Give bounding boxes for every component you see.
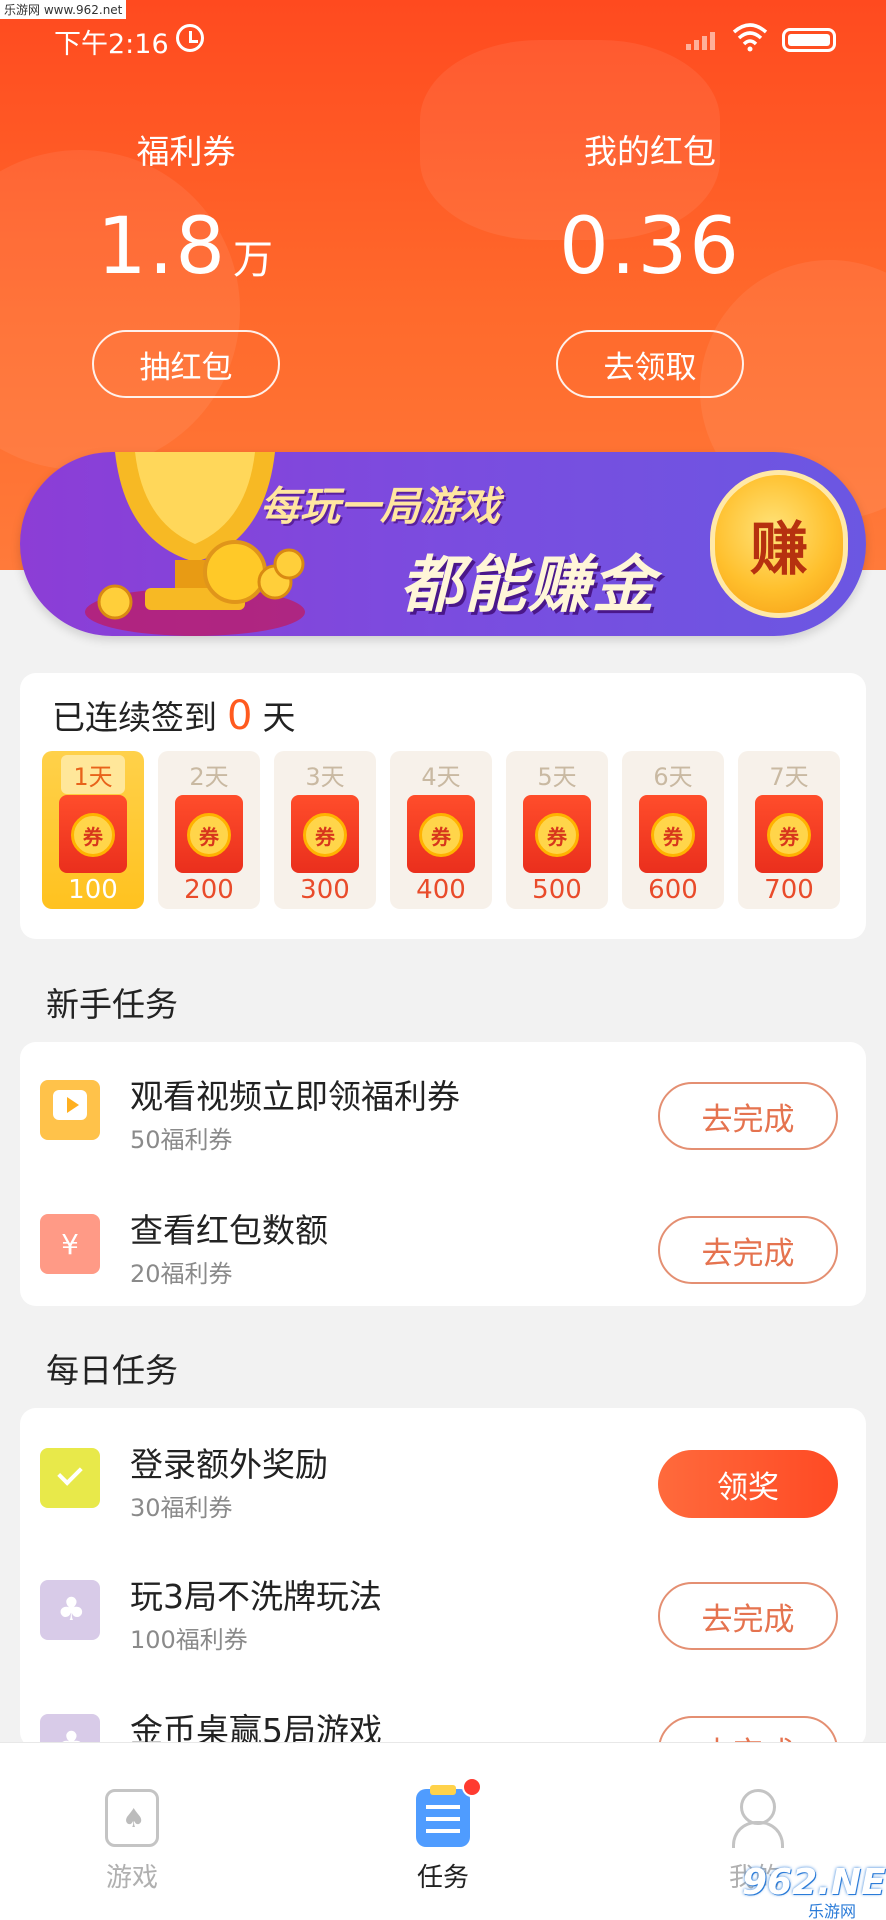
task-reward: 100福利券	[130, 1626, 248, 1654]
signin-title: 已连续签到 0 天	[52, 691, 295, 739]
yuan-icon: ¥	[40, 1214, 100, 1274]
signin-day[interactable]: 2天 券 200	[158, 751, 260, 909]
task-row: 玩3局不洗牌玩法 100福利券 去完成	[20, 1550, 866, 1670]
coupon-icon: 券	[175, 795, 243, 873]
day-reward: 500	[532, 875, 582, 905]
coupons-stat: 福利券 1.8 万 抽红包	[36, 125, 336, 398]
coupon-glyph: 券	[419, 813, 463, 857]
site-logo-sub: 乐游网	[808, 1902, 857, 1920]
complete-task-button[interactable]: 去完成	[658, 1082, 838, 1150]
coupon-glyph: 券	[303, 813, 347, 857]
draw-red-packet-button[interactable]: 抽红包	[92, 330, 280, 398]
daily-tasks-card: 登录额外奖励 30福利券 领奖 玩3局不洗牌玩法 100福利券 去完成 金币桌赢…	[20, 1408, 866, 1748]
games-icon	[105, 1789, 159, 1847]
coupons-label: 福利券	[136, 132, 236, 171]
day-reward: 200	[184, 875, 234, 905]
day-label: 2天	[189, 763, 229, 791]
cards-icon	[40, 1580, 100, 1640]
signin-suffix: 天	[262, 698, 296, 737]
coupon-glyph: 券	[651, 813, 695, 857]
signin-day[interactable]: 3天 券 300	[274, 751, 376, 909]
task-reward: 50福利券	[130, 1126, 233, 1154]
day-reward: 700	[764, 875, 814, 905]
calendar-icon	[40, 1448, 100, 1508]
signin-day[interactable]: 1天 券 100	[42, 751, 144, 909]
red-packet-stat: 我的红包 0.36 去领取	[500, 125, 800, 398]
alarm-icon	[176, 24, 204, 52]
day-label: 4天	[421, 763, 461, 791]
task-title: 登录额外奖励	[130, 1445, 328, 1484]
signin-day[interactable]: 5天 券 500	[506, 751, 608, 909]
task-title: 查看红包数额	[130, 1211, 328, 1250]
coupon-glyph: 券	[767, 813, 811, 857]
day-label: 6天	[653, 763, 693, 791]
battery-icon	[782, 28, 836, 52]
coupon-icon: 券	[639, 795, 707, 873]
promo-banner[interactable]: 每玩一局游戏 都能赚金 赚	[20, 452, 866, 636]
signin-days: 0	[227, 693, 253, 739]
day-reward: 100	[68, 875, 118, 905]
signin-day[interactable]: 6天 券 600	[622, 751, 724, 909]
nav-item-games[interactable]: 游戏	[62, 1789, 202, 1894]
site-logo: 962.NET	[742, 1862, 886, 1903]
signal-icon	[686, 28, 715, 50]
coupon-icon: 券	[523, 795, 591, 873]
coupon-icon: 券	[755, 795, 823, 873]
daily-tasks-title: 每日任务	[46, 1351, 178, 1390]
red-packet-value: 0.36	[559, 202, 741, 292]
nav-label: 游戏	[105, 1863, 158, 1893]
status-bar: 下午2:16	[0, 22, 886, 60]
coupon-glyph: 券	[535, 813, 579, 857]
day-reward: 400	[416, 875, 466, 905]
status-time: 下午2:16	[54, 29, 169, 60]
task-row: 金币桌赢5局游戏 去完成	[20, 1684, 866, 1748]
task-reward: 30福利券	[130, 1494, 233, 1522]
day-label: 1天	[61, 755, 125, 794]
profile-icon	[728, 1789, 784, 1848]
coupon-glyph: 券	[187, 813, 231, 857]
task-row: ¥ 查看红包数额 20福利券 去完成	[20, 1184, 866, 1304]
coupon-glyph: 券	[71, 813, 115, 857]
earn-button[interactable]: 赚	[710, 470, 848, 618]
coupon-icon: 券	[59, 795, 127, 873]
banner-subtitle: 每玩一局游戏	[260, 484, 500, 530]
task-title: 玩3局不洗牌玩法	[130, 1577, 382, 1616]
coupon-icon: 券	[291, 795, 359, 873]
banner-title: 都能赚金	[400, 548, 657, 621]
claim-reward-button[interactable]: 领奖	[658, 1450, 838, 1518]
watermark: 乐游网 www.962.net	[0, 0, 127, 19]
tv-icon	[40, 1080, 100, 1140]
notification-badge	[462, 1777, 482, 1797]
newbie-tasks-title: 新手任务	[46, 985, 178, 1024]
signin-day[interactable]: 7天 券 700	[738, 751, 840, 909]
complete-task-button[interactable]: 去完成	[658, 1582, 838, 1650]
day-label: 3天	[305, 763, 345, 791]
signin-card: 已连续签到 0 天 1天 券 100 2天 券 200 3天 券 300 4天 券 …	[20, 673, 866, 939]
complete-task-button[interactable]: 去完成	[658, 1216, 838, 1284]
nav-item-tasks[interactable]: 任务	[373, 1777, 513, 1894]
coupons-number: 1.8	[96, 202, 228, 292]
red-packet-label: 我的红包	[584, 132, 716, 171]
coupons-value: 1.8 万	[36, 208, 336, 286]
tasks-icon	[416, 1777, 482, 1847]
task-row: 观看视频立即领福利券 50福利券 去完成	[20, 1050, 866, 1170]
day-reward: 600	[648, 875, 698, 905]
coupons-unit: 万	[233, 237, 276, 283]
task-reward: 20福利券	[130, 1260, 233, 1288]
signin-prefix: 已连续签到	[52, 698, 217, 737]
newbie-tasks-card: 观看视频立即领福利券 50福利券 去完成 ¥ 查看红包数额 20福利券 去完成	[20, 1042, 866, 1306]
signin-day[interactable]: 4天 券 400	[390, 751, 492, 909]
day-label: 7天	[769, 763, 809, 791]
wifi-icon	[732, 23, 768, 52]
claim-button[interactable]: 去领取	[556, 330, 744, 398]
nav-label: 任务	[416, 1863, 469, 1893]
day-reward: 300	[300, 875, 350, 905]
task-title: 观看视频立即领福利券	[130, 1077, 460, 1116]
coupon-icon: 券	[407, 795, 475, 873]
day-label: 5天	[537, 763, 577, 791]
signin-days-row: 1天 券 100 2天 券 200 3天 券 300 4天 券 400 5天 券…	[42, 751, 840, 909]
task-row: 登录额外奖励 30福利券 领奖	[20, 1418, 866, 1538]
